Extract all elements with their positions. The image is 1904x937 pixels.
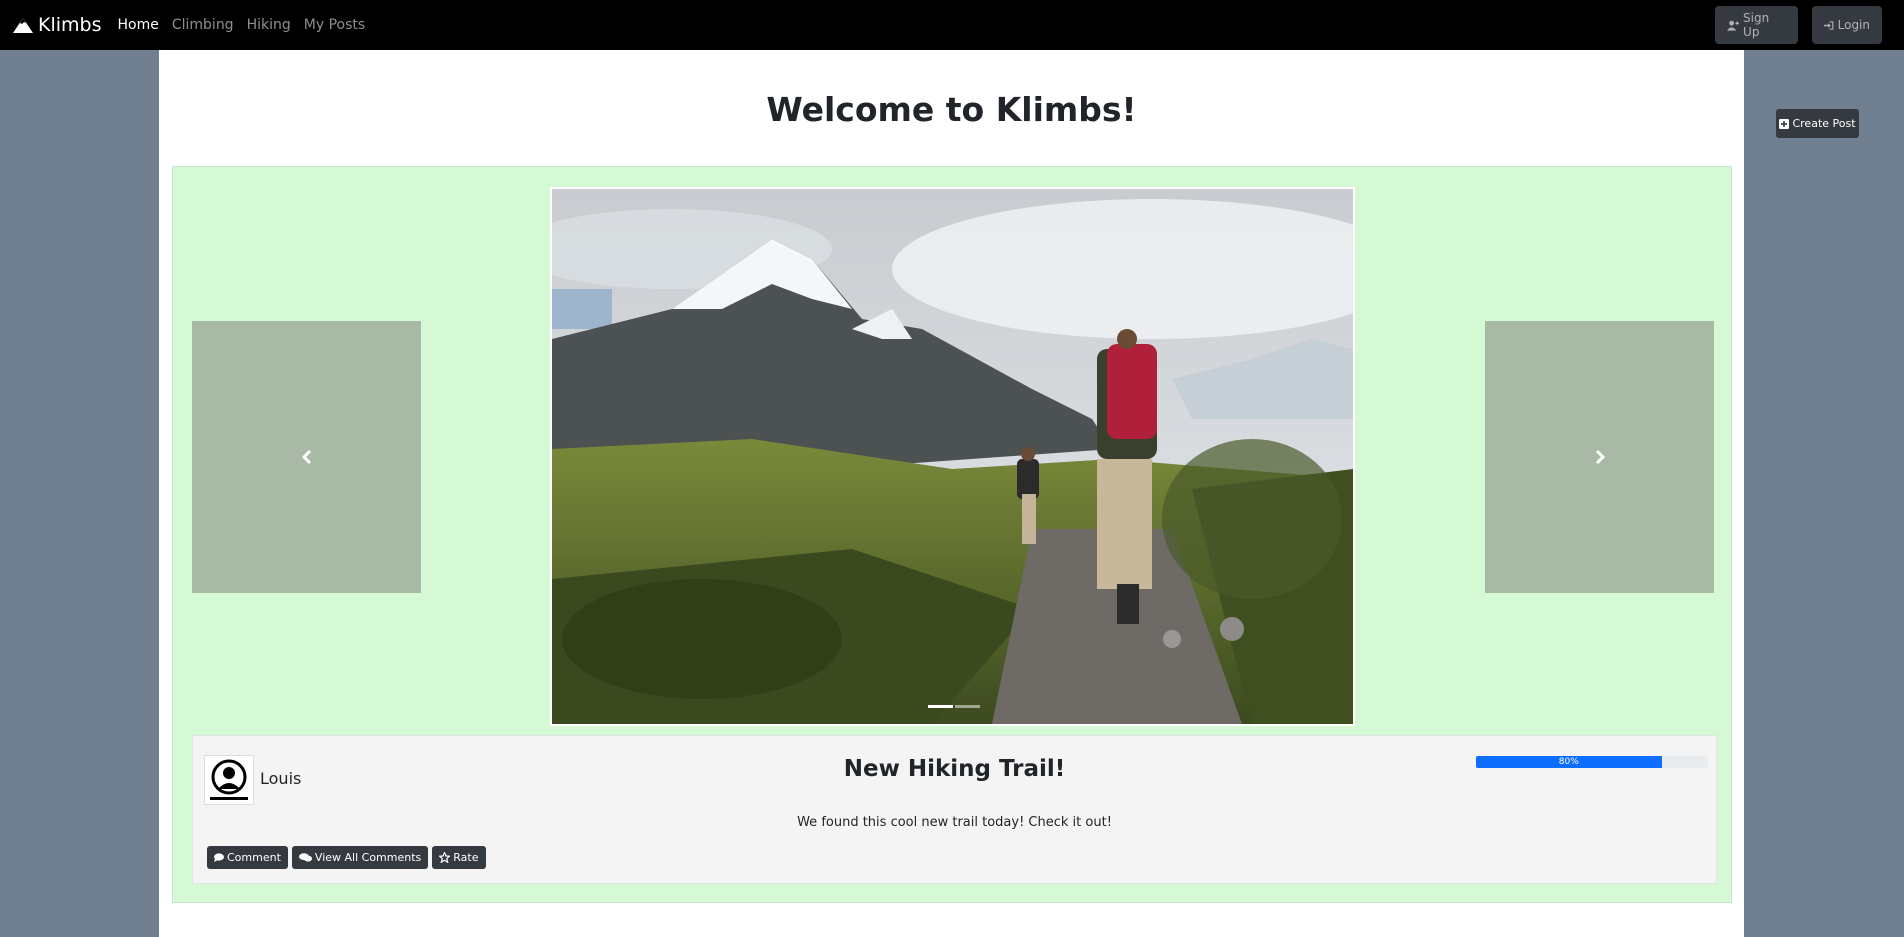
rating-progress-bar: 80% [1476,756,1662,768]
carousel-prev-button[interactable] [192,321,421,593]
login-button[interactable]: Login [1812,6,1882,44]
nav-link-hiking[interactable]: Hiking [247,17,291,33]
create-post-button[interactable]: Create Post [1776,109,1859,138]
post-actions: Comment View All Comments Rate [207,846,490,869]
carousel-indicator[interactable] [928,705,953,708]
user-plus-icon [1727,20,1740,31]
nav-links: Home Climbing Hiking My Posts [118,17,379,33]
star-icon [439,852,451,863]
rate-label: Rate [453,851,479,864]
create-post-label: Create Post [1792,117,1856,130]
view-all-comments-button[interactable]: View All Comments [291,846,429,869]
plus-square-icon [1779,118,1790,129]
chevron-left-icon [301,449,311,465]
signup-button[interactable]: Sign Up [1715,6,1798,44]
carousel-indicator[interactable] [955,705,980,708]
carousel-image [550,187,1355,726]
comments-icon [298,853,312,862]
main-container: Welcome to Klimbs! Louis New Hiking Trai… [159,50,1744,937]
brand-link[interactable]: Klimbs [12,14,102,36]
nav-link-home[interactable]: Home [118,17,159,33]
rate-button[interactable]: Rate [432,846,486,869]
login-label: Login [1837,18,1870,32]
nav-actions: Sign Up Login [1701,6,1882,44]
signup-label: Sign Up [1743,11,1770,39]
carousel-indicators [927,705,981,708]
sign-in-icon [1824,20,1834,30]
carousel-next-button[interactable] [1485,321,1714,593]
comment-label: Comment [227,851,281,864]
comment-button[interactable]: Comment [207,846,288,869]
rating-progress: 80% [1476,756,1708,768]
view-all-comments-label: View All Comments [314,851,422,864]
post-card: Louis New Hiking Trail! 80% We found thi… [172,166,1732,903]
post-description: We found this cool new trail today! Chec… [797,815,1112,830]
page-title: Welcome to Klimbs! [766,90,1137,129]
navbar: Klimbs Home Climbing Hiking My Posts Sig… [0,0,1904,50]
post-info: Louis New Hiking Trail! 80% We found thi… [192,735,1717,884]
brand-name: Klimbs [38,14,102,36]
nav-link-my-posts[interactable]: My Posts [304,17,365,33]
mountain-icon [13,17,33,33]
nav-link-climbing[interactable]: Climbing [172,17,234,33]
chevron-right-icon [1595,449,1605,465]
comment-icon [214,853,224,862]
hiking-photo [552,189,1353,724]
